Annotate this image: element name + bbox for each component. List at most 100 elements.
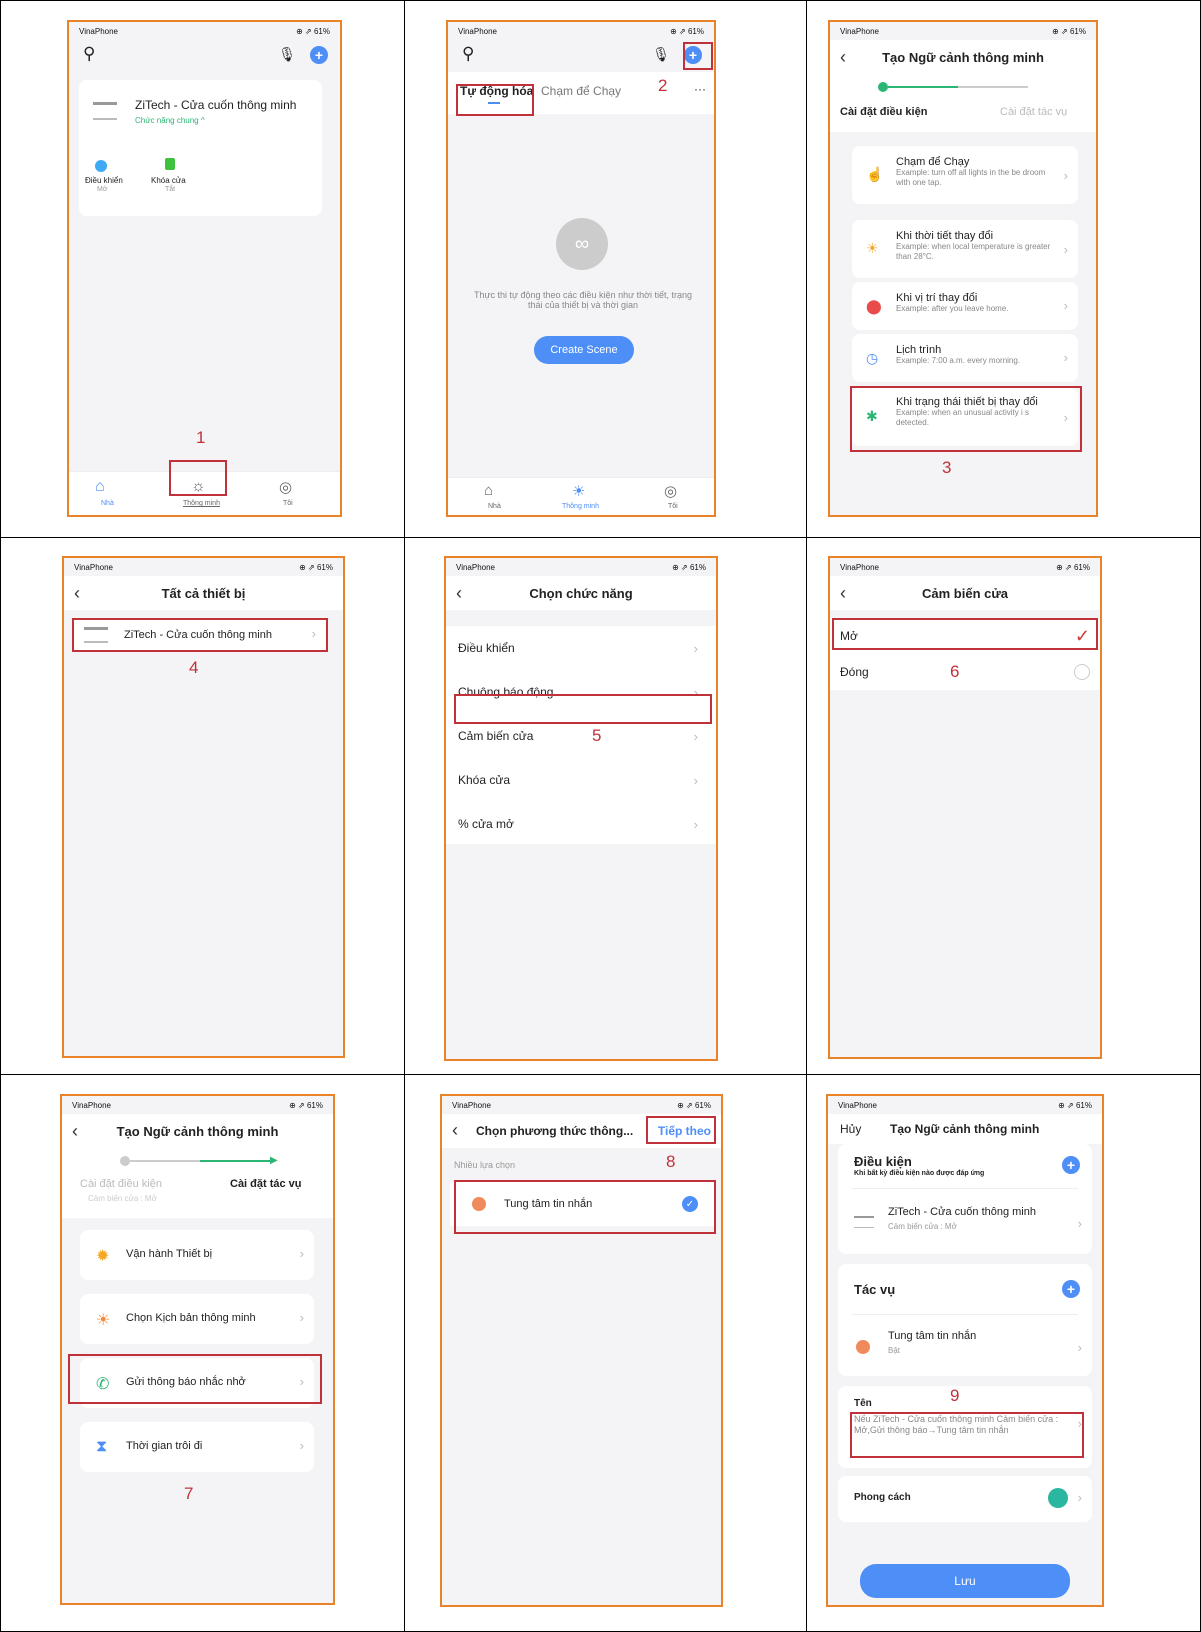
- method-row[interactable]: Tung tâm tin nhắn ✓: [450, 1182, 714, 1226]
- arrow-icon: ▶: [270, 1155, 278, 1166]
- phone-screen-9: VinaPhone ⊕ ⇗ 61% Hủy Tạo Ngữ cảnh thông …: [826, 1094, 1104, 1607]
- function-item-alarm[interactable]: Chuông báo động ›: [458, 680, 708, 704]
- carrier: VinaPhone: [456, 562, 495, 572]
- cancel-button[interactable]: Hủy: [840, 1122, 861, 1136]
- tab-me[interactable]: Tôi: [668, 503, 678, 510]
- tab-automation[interactable]: Tự động hóa: [460, 84, 533, 98]
- item-title: Khi thời tiết thay đổi: [896, 230, 994, 242]
- function-item-control[interactable]: Điều khiển ›: [458, 636, 708, 660]
- function-item-door-sensor[interactable]: Cảm biến cửa ›: [458, 724, 708, 748]
- item-example: Example: 7:00 a.m. every morning.: [896, 356, 1021, 365]
- header: ‹ Cảm biến cửa: [830, 576, 1100, 610]
- status-bar: VinaPhone ⊕ ⇗ 61%: [446, 558, 716, 576]
- style-section[interactable]: Phong cách ›: [838, 1476, 1092, 1522]
- chevron-right-icon: ›: [1077, 1490, 1082, 1505]
- check-circle-icon[interactable]: ✓: [682, 1196, 698, 1212]
- condition-card-location[interactable]: ⬤ Khi vị trí thay đổi Example: after you l…: [852, 282, 1078, 330]
- mic-icon[interactable]: 🎙: [652, 46, 670, 63]
- add-icon[interactable]: +: [310, 46, 328, 65]
- add-task-icon[interactable]: +: [1062, 1280, 1080, 1298]
- status-bar: VinaPhone ⊕ ⇗ 61%: [448, 22, 714, 40]
- user-icon[interactable]: ⚲: [83, 44, 95, 64]
- tab-smart[interactable]: Thông minh: [562, 503, 599, 510]
- task-delay[interactable]: ⧗ Thời gian trôi đi ›: [80, 1422, 314, 1472]
- task-operate-device[interactable]: ✹ Vận hành Thiết bị ›: [80, 1230, 314, 1280]
- step-task: Cài đặt tác vụ: [230, 1178, 302, 1190]
- add-condition-icon[interactable]: +: [1062, 1156, 1080, 1174]
- home-icon[interactable]: ⌂: [484, 482, 493, 499]
- device-state-icon: ✱: [866, 408, 878, 424]
- item-example: Example: when local temperature is great…: [896, 242, 1051, 261]
- condition-card-schedule[interactable]: ◷ Lịch trình Example: 7:00 a.m. every morn…: [852, 334, 1078, 382]
- task-item[interactable]: Tung tâm tin nhắn: [888, 1330, 976, 1342]
- back-icon[interactable]: ‹: [840, 583, 846, 604]
- tab-indicator: [488, 102, 500, 104]
- add-icon[interactable]: +: [684, 46, 702, 65]
- divider: [852, 1188, 1078, 1189]
- chevron-right-icon: ›: [693, 640, 698, 656]
- home-icon[interactable]: ⌂: [95, 478, 105, 496]
- chevron-right-icon: ›: [311, 626, 316, 641]
- mic-icon[interactable]: 🎙: [278, 46, 296, 63]
- radio-icon[interactable]: [1074, 664, 1090, 680]
- status-bar: VinaPhone ⊕ ⇗ 61%: [830, 22, 1096, 40]
- step-number: 8: [666, 1152, 676, 1171]
- device-name: ZiTech - Cửa cuốn thông minh: [135, 98, 297, 112]
- stepper: Cài đặt điều kiện Cài đặt tác vụ: [830, 74, 1096, 132]
- tab-tap-to-run[interactable]: Chạm để Chạy: [541, 84, 621, 98]
- condition-card-device[interactable]: ✱ Khi trạng thái thiết bị thay đổi Example…: [852, 388, 1078, 446]
- carrier: VinaPhone: [74, 562, 113, 572]
- back-icon[interactable]: ‹: [452, 1120, 458, 1141]
- status-bar: VinaPhone ⊕ ⇗ 61%: [64, 558, 343, 576]
- device-card[interactable]: ZiTech - Cửa cuốn thông minh Chức năng c…: [79, 80, 322, 216]
- back-icon[interactable]: ‹: [72, 1121, 78, 1142]
- status-right: ⊕ ⇗ 61%: [296, 26, 330, 36]
- save-button[interactable]: Lưu: [860, 1564, 1070, 1598]
- tab-home[interactable]: Nhà: [488, 503, 501, 510]
- status-bar: VinaPhone ⊕ ⇗ 61%: [69, 22, 340, 40]
- next-button[interactable]: Tiếp theo: [658, 1124, 711, 1138]
- condition-sub[interactable]: Khi bất kỳ điều kiện nào được đáp ứng: [854, 1170, 984, 1177]
- tab-smart[interactable]: Thông minh: [183, 500, 220, 507]
- phone-screen-5: VinaPhone ⊕ ⇗ 61% ‹ Chọn chức năng Điều kh…: [444, 556, 718, 1061]
- function-item-lock[interactable]: Khóa cửa ›: [458, 768, 708, 792]
- more-icon[interactable]: ···: [694, 82, 706, 96]
- phone-message-icon: ✆: [96, 1376, 110, 1393]
- color-swatch[interactable]: [1048, 1488, 1068, 1508]
- control-icon[interactable]: [95, 160, 107, 172]
- status-bar: VinaPhone ⊕ ⇗ 61%: [830, 558, 1100, 576]
- sun-icon[interactable]: ☼: [191, 478, 206, 496]
- function-item-open-percent[interactable]: % cửa mở ›: [458, 812, 708, 836]
- profile-icon[interactable]: ◎: [664, 482, 677, 500]
- profile-icon[interactable]: ◎: [279, 478, 292, 496]
- tab-home[interactable]: Nhà: [101, 500, 114, 507]
- step-number: 1: [196, 428, 206, 447]
- condition-device[interactable]: ZiTech - Cửa cuốn thông minh: [888, 1206, 1036, 1218]
- device-row[interactable]: ZiTech - Cửa cuốn thông minh ›: [74, 620, 326, 650]
- back-icon[interactable]: ‹: [840, 47, 846, 68]
- task-send-notification[interactable]: ✆ Gửi thông báo nhắc nhở ›: [80, 1358, 314, 1408]
- hourglass-icon: ⧗: [96, 1438, 108, 1455]
- option-open[interactable]: Mở ✓: [840, 624, 1094, 648]
- task-smart-scene[interactable]: ☀ Chọn Kịch bản thông minh ›: [80, 1294, 314, 1344]
- option-closed[interactable]: Đóng: [840, 660, 1094, 684]
- step-number: 7: [184, 1484, 194, 1503]
- header: Hủy Tạo Ngữ cảnh thông minh: [828, 1114, 1102, 1144]
- step-number: 6: [950, 662, 960, 681]
- condition-card-weather[interactable]: ☀ Khi thời tiết thay đổi Example: when loc…: [852, 220, 1078, 278]
- sun-icon[interactable]: ☀: [572, 482, 585, 500]
- automation-icon: ∞: [556, 218, 608, 270]
- user-icon[interactable]: ⚲: [462, 44, 474, 64]
- lock-icon[interactable]: [165, 158, 175, 170]
- name-section: Tên Nếu ZiTech - Cửa cuốn thông minh Cảm…: [838, 1386, 1092, 1468]
- device-name: ZiTech - Cửa cuốn thông minh: [124, 629, 272, 641]
- step-condition-sub: Cảm biến cửa : Mở: [88, 1194, 157, 1203]
- back-icon[interactable]: ‹: [456, 583, 462, 604]
- tab-me[interactable]: Tôi: [283, 500, 293, 507]
- create-scene-button[interactable]: Create Scene: [534, 336, 634, 364]
- back-icon[interactable]: ‹: [74, 583, 80, 604]
- chevron-right-icon: ›: [1063, 242, 1068, 257]
- condition-card-tap[interactable]: ☝ Chạm để Chạy Example: turn off all light…: [852, 146, 1078, 204]
- name-value[interactable]: Nếu ZiTech - Cửa cuốn thông minh Cảm biế…: [854, 1414, 1064, 1436]
- device-sub[interactable]: Chức năng chung ^: [135, 116, 205, 125]
